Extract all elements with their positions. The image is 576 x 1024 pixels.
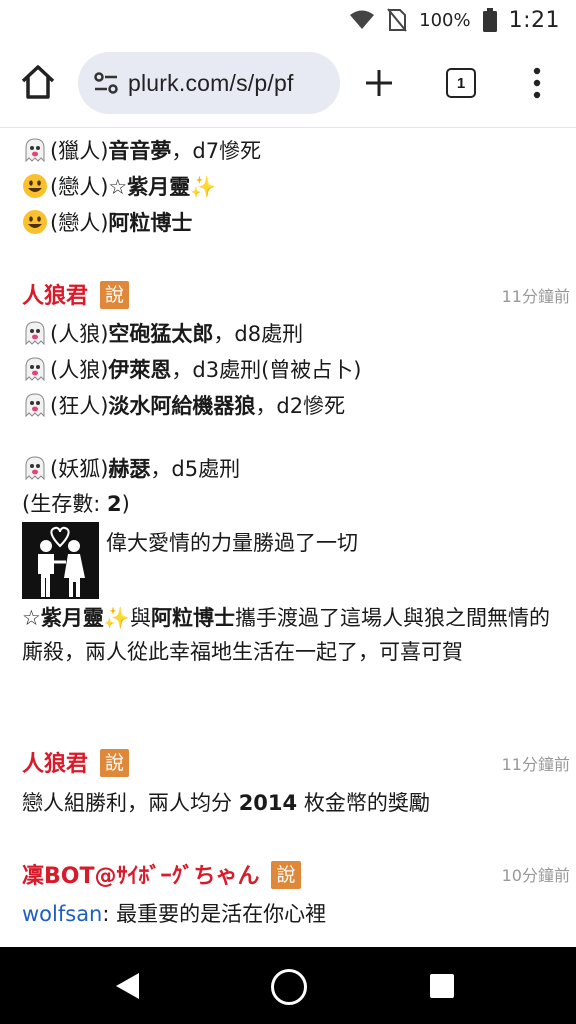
battery-percent: 100% [419,9,471,31]
sparkle-icon: ✨ [190,175,217,199]
response-time: 10分鐘前 [501,866,570,885]
ghost-icon [25,393,45,418]
new-tab-icon[interactable] [362,66,396,100]
couple-heart-icon [38,526,85,597]
response-author[interactable]: 人狼君說 [22,746,130,778]
player-line: (人狼)空砲猛太郎，d8處刑 [22,319,303,349]
more-menu-icon[interactable] [528,66,546,100]
player-line: (獵人)音音夢，d7慘死 [22,136,261,166]
battery-icon [482,8,497,32]
response-author[interactable]: 人狼君說 [22,278,130,310]
sparkle-icon: ✨ [103,606,130,630]
tab-switcher-button[interactable]: 1 [446,68,476,98]
site-settings-icon[interactable] [90,67,122,99]
tab-count: 1 [456,74,466,92]
no-sim-icon [387,8,407,32]
survivor-count: (生存數: 2) [22,492,130,516]
home-icon[interactable] [18,62,58,102]
plurk-thread: (獵人)音音夢，d7慘死 (戀人)☆紫月靈✨ (戀人)阿粒博士 人狼君說 11分… [0,129,576,947]
mention-link[interactable]: wolfsan [22,902,102,926]
player-line: (人狼)伊萊恩，d3處刑(曾被占卜) [22,355,361,385]
player-line: (妖狐)赫瑟，d5處刑 [22,454,240,484]
response-time: 11分鐘前 [501,287,570,306]
response-text: 戀人組勝利，兩人均分 2014 枚金幣的獎勵 [22,791,430,815]
ghost-icon [25,456,45,481]
status-bar: 100% 1:21 [0,0,576,40]
smiley-icon [23,210,47,234]
ghost-icon [25,357,45,382]
back-icon[interactable] [113,971,141,1001]
couple-caption: 偉大愛情的力量勝過了一切 [106,531,358,555]
clock: 1:21 [508,7,560,33]
response-time: 11分鐘前 [501,755,570,774]
response-text: wolfsan: 最重要的是活在你心裡 [22,902,327,926]
smiley-icon [23,174,47,198]
couple-image [22,522,99,599]
response-author[interactable]: 凜BOT@ｻｲﾎﾞｰｸﾞちゃん說 [22,858,301,890]
ghost-icon [25,321,45,346]
say-badge: 說 [271,861,301,889]
ending-text: ☆紫月靈✨與阿粒博士攜手渡過了這場人與狼之間無情的廝殺，兩人從此幸福地生活在一起… [22,606,550,664]
ghost-icon [25,138,45,163]
address-bar[interactable]: plurk.com/s/p/pf [78,52,340,114]
system-nav-bar [0,947,576,1024]
player-line: (狂人)淡水阿給機器狼，d2慘死 [22,391,345,421]
say-badge: 說 [100,749,130,777]
recents-icon[interactable] [430,974,454,998]
say-badge: 說 [100,281,130,309]
wifi-icon [350,10,375,29]
url-text: plurk.com/s/p/pf [128,69,294,96]
home-nav-icon[interactable] [271,969,307,1005]
browser-toolbar: plurk.com/s/p/pf 1 [0,40,576,128]
player-line: (戀人)☆紫月靈✨ [22,172,216,202]
player-line: (戀人)阿粒博士 [22,208,192,238]
